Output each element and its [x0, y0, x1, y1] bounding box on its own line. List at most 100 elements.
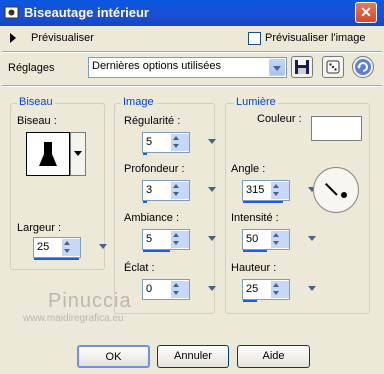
slider-bar[interactable] [143, 250, 170, 252]
preview-row: Prévisualiser Prévisualiser l'image [0, 28, 384, 50]
color-label: Couleur : [257, 113, 302, 125]
chevron-down-icon[interactable] [208, 187, 216, 192]
spin-down-icon[interactable] [64, 249, 70, 253]
ambience-spinner[interactable]: 5 [142, 229, 216, 252]
settings-select[interactable]: Dernières options utilisées [88, 57, 287, 78]
elevation-spinner[interactable]: 25 [242, 279, 316, 302]
angle-value: 315 [246, 184, 265, 196]
expand-arrow-icon[interactable] [10, 33, 16, 43]
bevel-shape-label: Biseau : [17, 115, 57, 127]
spin-up-icon[interactable] [64, 241, 70, 245]
chevron-down-icon[interactable] [208, 236, 216, 241]
spinner-buttons[interactable] [271, 182, 316, 199]
depth-label: Profondeur : [124, 163, 185, 175]
angle-dial[interactable] [313, 167, 359, 213]
bevel-width-label: Largeur : [17, 222, 62, 234]
settings-select-value: Dernières options utilisées [92, 60, 222, 72]
bevel-shape-dropdown[interactable] [70, 132, 86, 176]
settings-label: Réglages [8, 62, 55, 74]
bevel-shape-icon [39, 142, 57, 166]
close-button[interactable]: ✕ [355, 2, 377, 23]
bevel-shape-preview[interactable] [26, 132, 70, 176]
spin-up-icon[interactable] [273, 233, 279, 237]
bevel-width-value: 25 [37, 241, 50, 253]
angle-dial-hand [324, 182, 338, 196]
smoothness-label: Régularité : [124, 115, 181, 127]
slider-bar[interactable] [143, 153, 147, 155]
spin-up-icon[interactable] [173, 233, 179, 237]
spin-down-icon[interactable] [173, 144, 179, 148]
preview-image-checkbox[interactable] [248, 32, 261, 45]
spin-up-icon[interactable] [173, 136, 179, 140]
intensity-value: 50 [246, 233, 259, 245]
slider-bar[interactable] [243, 300, 257, 302]
window-title: Biseautage intérieur [24, 5, 149, 20]
spin-down-icon[interactable] [273, 291, 279, 295]
spin-up-icon[interactable] [273, 184, 279, 188]
help-button[interactable]: Aide [237, 345, 310, 368]
preview-image-label[interactable]: Prévisualiser l'image [265, 32, 366, 44]
spin-down-icon[interactable] [173, 291, 179, 295]
separator [2, 51, 382, 53]
watermark-url: www.maidiregrafica.eu [23, 313, 124, 324]
slider-bar[interactable] [243, 250, 267, 252]
bevel-group-title: Biseau [17, 96, 55, 108]
dialog-window: Biseautage intérieur ✕ Prévisualiser Pré… [0, 0, 384, 374]
watermark-name: Pinuccia [48, 290, 132, 312]
chevron-down-icon[interactable] [208, 139, 216, 144]
separator [2, 85, 382, 87]
slider-bar[interactable] [34, 258, 79, 260]
spin-up-icon[interactable] [273, 283, 279, 287]
shininess-label: Éclat : [124, 262, 155, 274]
slider-bar[interactable] [243, 201, 283, 203]
intensity-label: Intensité : [231, 212, 279, 224]
shininess-spinner[interactable]: 0 [142, 279, 216, 300]
chevron-down-icon[interactable] [99, 244, 107, 249]
depth-value: 3 [146, 184, 153, 196]
ambience-value: 5 [146, 233, 153, 245]
chevron-down-icon[interactable] [269, 59, 285, 76]
depth-spinner[interactable]: 3 [142, 180, 216, 203]
intensity-spinner[interactable]: 50 [242, 229, 316, 252]
smoothness-spinner[interactable]: 5 [142, 132, 216, 155]
chevron-down-icon[interactable] [308, 286, 316, 291]
app-icon [4, 6, 19, 19]
save-preset-button[interactable] [291, 56, 313, 78]
floppy-disk-icon [295, 60, 309, 74]
shininess-value: 0 [146, 283, 153, 295]
image-group-title: Image [121, 96, 156, 108]
spin-down-icon[interactable] [273, 241, 279, 245]
spinner-buttons[interactable] [171, 182, 216, 199]
spin-up-icon[interactable] [173, 184, 179, 188]
ambience-label: Ambiance : [124, 212, 180, 224]
randomize-button[interactable] [322, 56, 344, 78]
angle-dial-knob[interactable] [341, 192, 347, 198]
chevron-down-icon[interactable] [308, 236, 316, 241]
smoothness-value: 5 [146, 136, 153, 148]
cancel-button[interactable]: Annuler [157, 345, 229, 368]
reset-button[interactable] [352, 56, 374, 78]
spin-down-icon[interactable] [173, 192, 179, 196]
chevron-down-icon[interactable] [208, 286, 216, 291]
ok-button[interactable]: OK [77, 345, 150, 368]
angle-spinner[interactable]: 315 [242, 180, 316, 203]
spin-up-icon[interactable] [173, 283, 179, 287]
spinner-buttons[interactable] [171, 281, 216, 298]
title-bar[interactable]: Biseautage intérieur ✕ [0, 0, 384, 26]
spin-down-icon[interactable] [273, 192, 279, 196]
bevel-width-spinner[interactable]: 25 [33, 237, 107, 260]
slider-bar[interactable] [143, 201, 147, 203]
spinner-buttons[interactable] [62, 239, 107, 256]
spinner-buttons[interactable] [171, 231, 216, 248]
light-group-title: Lumière [234, 96, 278, 108]
spin-down-icon[interactable] [173, 241, 179, 245]
angle-label: Angle : [231, 163, 266, 175]
dice-icon [326, 60, 340, 74]
spinner-buttons[interactable] [271, 231, 316, 248]
elevation-label: Hauteur : [231, 262, 277, 274]
undo-icon [355, 59, 371, 75]
spinner-buttons[interactable] [171, 134, 216, 151]
preview-label[interactable]: Prévisualiser [31, 32, 94, 44]
spinner-buttons[interactable] [271, 281, 316, 298]
light-color-swatch[interactable] [311, 116, 362, 141]
